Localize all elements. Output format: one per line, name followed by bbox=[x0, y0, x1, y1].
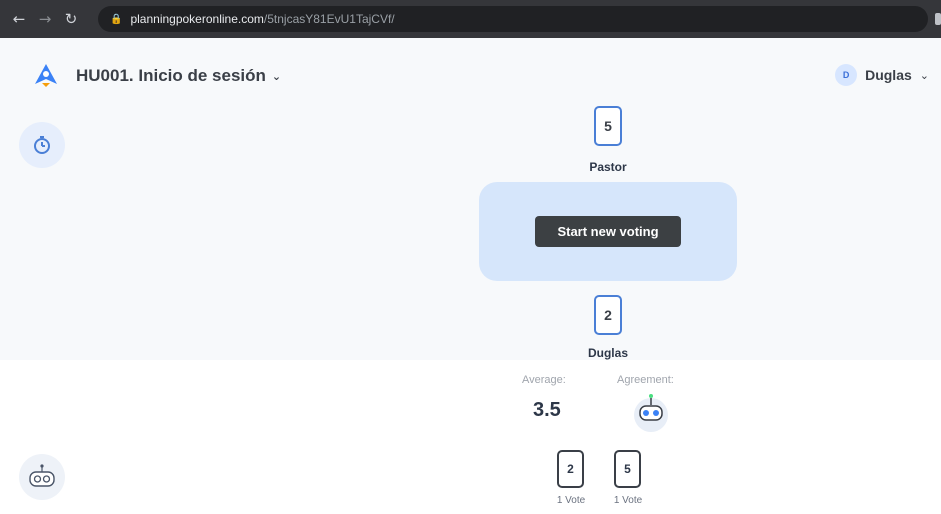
game-title: HU001. Inicio de sesión bbox=[76, 66, 266, 85]
extension-icon[interactable] bbox=[935, 13, 941, 25]
player-card-duglas: 2 bbox=[594, 295, 622, 335]
average-value: 3.5 bbox=[533, 399, 561, 421]
bot-button[interactable] bbox=[19, 454, 65, 500]
vote-count: 1 Vote bbox=[613, 495, 643, 506]
chevron-down-icon: ⌄ bbox=[919, 68, 929, 82]
agreement-robot-icon bbox=[634, 394, 668, 432]
player-name-pastor: Pastor bbox=[589, 160, 627, 174]
stopwatch-icon bbox=[34, 136, 50, 154]
player-card-pastor: 5 bbox=[594, 106, 622, 146]
game-title-dropdown[interactable]: HU001. Inicio de sesión ⌄ bbox=[76, 66, 281, 86]
chevron-down-icon: ⌄ bbox=[271, 69, 282, 83]
back-arrow-icon[interactable]: ← bbox=[12, 10, 26, 28]
poker-table-area: HU001. Inicio de sesión ⌄ D Duglas ⌄ 5 P… bbox=[0, 38, 941, 360]
browser-toolbar: ← → ↻ 🔒 planningpokeronline.com/5tnjcasY… bbox=[0, 0, 941, 38]
user-name: Duglas bbox=[865, 67, 912, 83]
reload-icon[interactable]: ↻ bbox=[64, 10, 78, 28]
result-card: 5 bbox=[614, 450, 641, 488]
agreement-label: Agreement: bbox=[617, 374, 674, 386]
result-card: 2 bbox=[557, 450, 584, 488]
voting-table: Start new voting bbox=[479, 182, 737, 281]
start-new-voting-button[interactable]: Start new voting bbox=[535, 216, 681, 247]
vote-count: 1 Vote bbox=[556, 495, 586, 506]
url-text: planningpokeronline.com/5tnjcasY81EvU1Ta… bbox=[130, 12, 395, 26]
lock-icon: 🔒 bbox=[110, 13, 123, 25]
timer-button[interactable] bbox=[19, 122, 65, 168]
forward-arrow-icon[interactable]: → bbox=[38, 10, 52, 28]
player-name-duglas: Duglas bbox=[587, 346, 628, 360]
rocket-logo-icon[interactable] bbox=[33, 62, 59, 88]
robot-icon bbox=[29, 464, 55, 487]
voting-results: Average: Agreement: 3.5 2 5 1 Vote 1 Vot… bbox=[0, 360, 941, 514]
avatar: D bbox=[835, 64, 858, 86]
user-menu[interactable]: D Duglas ⌄ bbox=[835, 64, 929, 86]
address-bar[interactable]: 🔒 planningpokeronline.com/5tnjcasY81EvU1… bbox=[98, 6, 928, 32]
average-label: Average: bbox=[522, 374, 566, 386]
